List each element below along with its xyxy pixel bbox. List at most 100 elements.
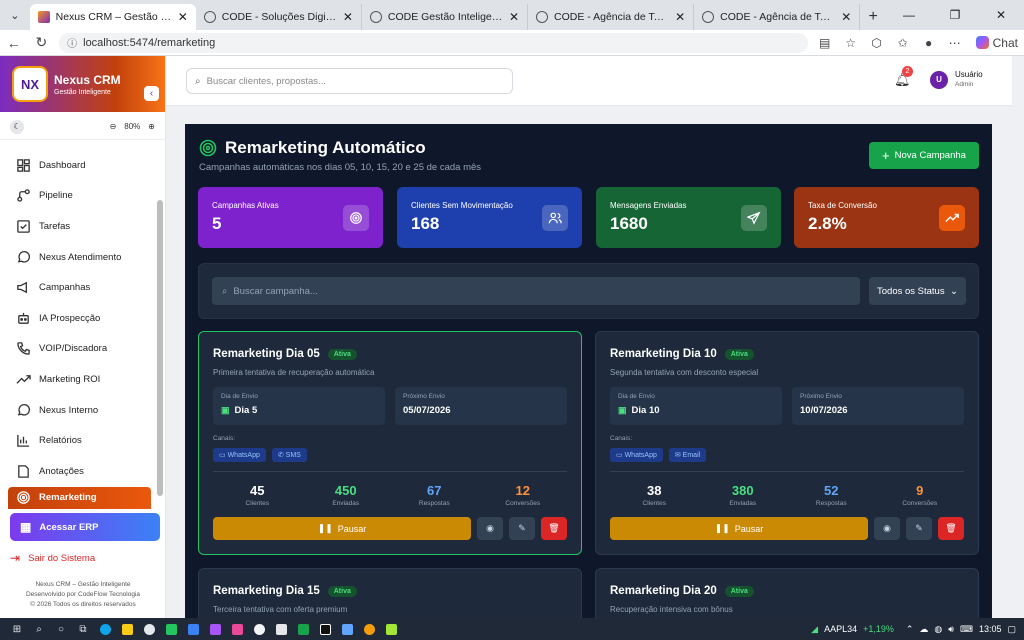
notifications-button[interactable]: 🔔︎ 2	[894, 66, 913, 88]
clock[interactable]: 13:05	[979, 624, 1002, 634]
sidebar-item-dashboard[interactable]: Dashboard	[0, 150, 165, 181]
sidebar-item-atendimento[interactable]: Nexus Atendimento	[0, 242, 165, 273]
app-icon[interactable]	[270, 618, 292, 640]
sidebar-item-voip[interactable]: VOIP/Discadora	[0, 334, 165, 365]
erp-button[interactable]: ▦ Acessar ERP	[10, 513, 160, 541]
pause-button[interactable]: ❚❚ Pausar	[610, 517, 868, 540]
sidebar-item-pipeline[interactable]: Pipeline	[0, 181, 165, 212]
edit-button[interactable]: ✎	[906, 517, 932, 540]
profile-icon[interactable]: ●	[918, 36, 940, 50]
back-icon[interactable]: ←	[0, 35, 28, 51]
app-icon[interactable]	[380, 618, 402, 640]
restore-icon[interactable]: ❐	[932, 0, 978, 30]
chevron-up-icon[interactable]: ⌃	[906, 624, 914, 635]
vscode-icon[interactable]	[182, 618, 204, 640]
sidebar-item-remarketing[interactable]: Remarketing	[8, 486, 151, 509]
chrome-icon[interactable]	[358, 618, 380, 640]
favorites-list-icon[interactable]: ✩	[892, 36, 914, 50]
sidebar-item-tarefas[interactable]: Tarefas	[0, 211, 165, 242]
cloud-icon[interactable]: ☁	[919, 624, 928, 635]
close-icon[interactable]: ✕	[343, 10, 353, 24]
reader-icon[interactable]: ▤	[814, 36, 836, 50]
view-button[interactable]: ◉	[477, 517, 503, 540]
edit-button[interactable]: ✎	[509, 517, 535, 540]
campaign-card[interactable]: Remarketing Dia 20 Ativa Recuperação int…	[595, 568, 979, 618]
app-icon[interactable]	[336, 618, 358, 640]
edge-icon[interactable]	[94, 618, 116, 640]
close-icon[interactable]: ✕	[675, 10, 685, 24]
sidebar-item-marketing-roi[interactable]: Marketing ROI	[0, 364, 165, 395]
target-icon	[343, 205, 369, 231]
campaign-card[interactable]: Remarketing Dia 10 Ativa Segunda tentati…	[595, 331, 979, 555]
dark-mode-toggle-icon[interactable]: ☾	[10, 119, 24, 134]
close-icon[interactable]: ✕	[509, 10, 519, 24]
cortana-icon[interactable]: ○	[50, 618, 72, 640]
task-view-icon[interactable]: ⧉	[72, 618, 94, 640]
metric-value: 12	[515, 483, 530, 498]
app-icon[interactable]	[204, 618, 226, 640]
channel-label: WhatsApp	[227, 452, 260, 459]
explorer-icon[interactable]	[116, 618, 138, 640]
search-icon[interactable]: ⌕	[28, 618, 50, 640]
tab-title: CODE - Agência de Tecnologia Em	[554, 11, 669, 23]
info-icon[interactable]: ⓘ	[67, 35, 77, 50]
more-icon[interactable]: ⋯	[944, 36, 966, 50]
trending-up-icon	[939, 205, 965, 231]
close-window-icon[interactable]: ✕	[978, 0, 1024, 30]
campaign-search-input[interactable]: ⌕ Buscar campanha...	[212, 277, 860, 305]
view-button[interactable]: ◉	[874, 517, 900, 540]
new-tab-button[interactable]: +	[860, 4, 886, 30]
sidebar: NX Nexus CRM Gestão Inteligente ‹ ☾ ⊖ 80…	[0, 56, 166, 618]
minimize-icon[interactable]: —	[886, 0, 932, 30]
sidebar-item-relatorios[interactable]: Relatórios	[0, 425, 165, 456]
terminal-icon[interactable]	[314, 618, 336, 640]
favorite-icon[interactable]: ☆	[840, 36, 862, 50]
reload-icon[interactable]: ↻	[28, 34, 56, 51]
new-campaign-button[interactable]: + Nova Campanha	[869, 142, 979, 169]
campaign-card[interactable]: Remarketing Dia 15 Ativa Terceira tentat…	[198, 568, 582, 618]
sidebar-item-anotacoes[interactable]: Anotações	[0, 456, 165, 487]
channel-badge-sms: ✆ SMS	[271, 448, 307, 462]
collapse-sidebar-button[interactable]: ‹	[144, 86, 159, 101]
delete-button[interactable]: 🗑︎	[541, 517, 567, 540]
app-icon[interactable]	[226, 618, 248, 640]
zoom-out-icon[interactable]: ⊖	[110, 122, 117, 131]
app-icon[interactable]	[160, 618, 182, 640]
browser-tab-2[interactable]: CODE - Soluções Digitais Profissio ✕	[196, 4, 362, 30]
delete-button[interactable]: 🗑︎	[938, 517, 964, 540]
pause-button[interactable]: ❚❚ Pausar	[213, 517, 471, 540]
browser-tab-1[interactable]: Nexus CRM – Gestão Inteligente ✕	[29, 4, 196, 30]
github-icon[interactable]	[248, 618, 270, 640]
status-filter-select[interactable]: Todos os Status ⌄	[869, 277, 966, 305]
sidebar-scrollbar[interactable]	[157, 200, 163, 496]
sidebar-item-label: Campanhas	[39, 282, 91, 294]
app-icon[interactable]	[292, 618, 314, 640]
url-field[interactable]: ⓘ localhost:5474/remarketing	[59, 32, 808, 53]
stock-widget[interactable]: ◢ AAPL34 +1,19%	[811, 624, 894, 635]
close-icon[interactable]: ✕	[841, 10, 851, 24]
keyboard-icon[interactable]: ⌨	[960, 624, 973, 635]
extensions-icon[interactable]: ⬡	[866, 36, 888, 50]
copilot-chat-button[interactable]: Chat	[970, 36, 1024, 50]
logout-button[interactable]: ⇥ Sair do Sistema	[10, 551, 95, 565]
start-icon[interactable]: ⊞	[6, 618, 28, 640]
global-search-input[interactable]: ⌕ Buscar clientes, propostas...	[186, 68, 513, 94]
app-icon[interactable]	[138, 618, 160, 640]
browser-tab-3[interactable]: CODE Gestão Inteligente | Transfo ✕	[362, 4, 529, 30]
sidebar-item-campanhas[interactable]: Campanhas	[0, 272, 165, 303]
stat-card-active: Campanhas Ativas 5	[198, 187, 383, 248]
user-menu[interactable]: U Usuário Admin	[930, 70, 983, 90]
windows-taskbar: ⊞ ⌕ ○ ⧉ ◢ AAPL34 +1,19% ⌃ ☁ ◍ 🔊︎ ⌨ 13:05…	[0, 618, 1024, 640]
tab-actions-icon[interactable]: ⌄	[0, 0, 30, 30]
zoom-in-icon[interactable]: ⊕	[148, 122, 155, 131]
network-icon[interactable]: ◍	[934, 624, 942, 635]
notifications-icon[interactable]: ▢	[1007, 624, 1016, 635]
close-icon[interactable]: ✕	[178, 10, 188, 24]
sidebar-item-ia-prospeccao[interactable]: IA Prospecção	[0, 303, 165, 334]
browser-tab-4[interactable]: CODE - Agência de Tecnologia Em ✕	[528, 4, 695, 30]
browser-tab-5[interactable]: CODE - Agência de Tecnologia Em ✕	[694, 4, 861, 30]
campaign-card[interactable]: Remarketing Dia 05 Ativa Primeira tentat…	[198, 331, 582, 555]
sidebar-item-nexus-interno[interactable]: Nexus Interno	[0, 395, 165, 426]
campaign-title: Remarketing Dia 05 Ativa	[213, 348, 357, 360]
volume-icon[interactable]: 🔊︎	[948, 624, 954, 635]
